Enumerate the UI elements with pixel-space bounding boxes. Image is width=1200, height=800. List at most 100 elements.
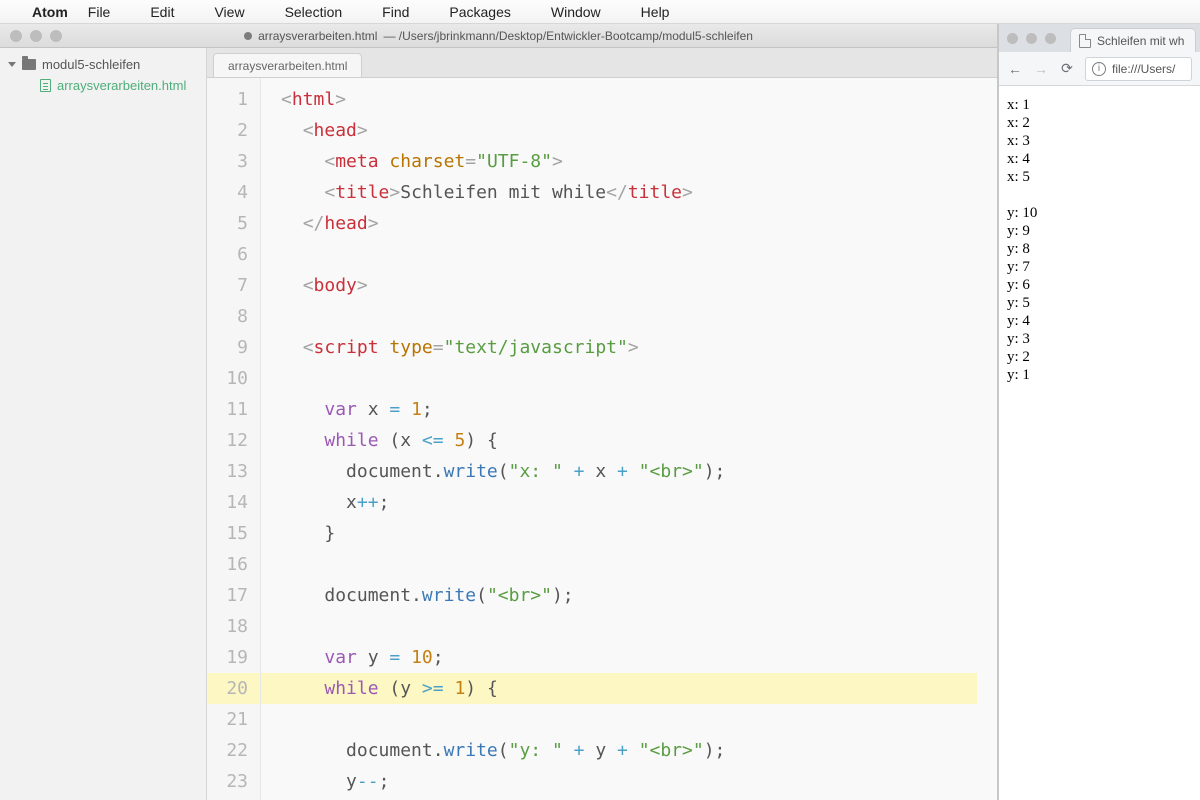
line-number: 2: [207, 115, 248, 146]
url-text: file:///Users/: [1112, 62, 1175, 76]
minimize-icon[interactable]: [1026, 33, 1037, 44]
atom-window: arraysverarbeiten.html — /Users/jbrinkma…: [0, 24, 998, 800]
chevron-down-icon[interactable]: [8, 62, 16, 67]
code-content[interactable]: <html> <head> <meta charset="UTF-8"> <ti…: [261, 78, 997, 800]
line-number: 23: [207, 766, 248, 797]
line-number: 5: [207, 208, 248, 239]
code-line[interactable]: document.write("<br>");: [281, 585, 574, 606]
output-line: x: 3: [1007, 132, 1192, 150]
tree-folder-root[interactable]: modul5-schleifen: [0, 54, 206, 75]
output-line: y: 10: [1007, 204, 1192, 222]
line-number: 6: [207, 239, 248, 270]
output-line: y: 7: [1007, 258, 1192, 276]
file-label: arraysverarbeiten.html: [57, 78, 186, 93]
site-info-icon[interactable]: i: [1092, 62, 1106, 76]
line-number: 15: [207, 518, 248, 549]
line-number: 13: [207, 456, 248, 487]
zoom-icon[interactable]: [1045, 33, 1056, 44]
output-line: y: 9: [1007, 222, 1192, 240]
line-number: 18: [207, 611, 248, 642]
page-icon: [1079, 34, 1091, 48]
atom-title-path: — /Users/jbrinkmann/Desktop/Entwickler-B…: [383, 29, 752, 43]
menu-find[interactable]: Find: [382, 4, 409, 20]
back-icon[interactable]: ←: [1007, 61, 1023, 77]
browser-tab-title: Schleifen mit wh: [1097, 34, 1184, 48]
code-line[interactable]: document.write("y: " + y + "<br>");: [281, 740, 725, 761]
atom-title-file: arraysverarbeiten.html: [258, 29, 377, 43]
line-number: 11: [207, 394, 248, 425]
modified-indicator-icon: [244, 32, 252, 40]
chrome-toolbar: ← → ⟳ i file:///Users/: [999, 52, 1200, 86]
line-number: 8: [207, 301, 248, 332]
folder-icon: [22, 59, 36, 70]
mac-menubar: Atom File Edit View Selection Find Packages Wi…: [0, 0, 1200, 24]
address-bar[interactable]: i file:///Users/: [1085, 57, 1192, 81]
menu-view[interactable]: View: [214, 4, 244, 20]
output-line: x: 2: [1007, 114, 1192, 132]
output-line: y: 2: [1007, 348, 1192, 366]
code-line[interactable]: var x = 1;: [281, 399, 433, 420]
output-line: y: 6: [1007, 276, 1192, 294]
forward-icon[interactable]: →: [1033, 61, 1049, 77]
code-line[interactable]: while (x <= 5) {: [281, 430, 498, 451]
menu-file[interactable]: File: [88, 4, 111, 20]
tab-label: arraysverarbeiten.html: [228, 59, 347, 73]
window-controls[interactable]: [0, 30, 62, 42]
code-line[interactable]: var y = 10;: [281, 647, 444, 668]
line-number: 21: [207, 704, 248, 735]
line-number: 10: [207, 363, 248, 394]
line-number: 19: [207, 642, 248, 673]
tab-bar[interactable]: arraysverarbeiten.html: [207, 48, 997, 78]
page-content: x: 1x: 2x: 3x: 4x: 5y: 10y: 9y: 8y: 7y: …: [999, 86, 1200, 800]
line-number: 17: [207, 580, 248, 611]
menu-window[interactable]: Window: [551, 4, 601, 20]
code-line[interactable]: </head>: [281, 213, 379, 234]
reload-icon[interactable]: ⟳: [1059, 60, 1075, 77]
code-line[interactable]: <script type="text/javascript">: [281, 337, 639, 358]
code-line[interactable]: while (y >= 1) {: [261, 673, 977, 704]
line-number: 12: [207, 425, 248, 456]
browser-tab[interactable]: Schleifen mit wh: [1070, 28, 1196, 52]
code-line[interactable]: }: [281, 523, 335, 544]
menu-edit[interactable]: Edit: [150, 4, 174, 20]
project-tree[interactable]: modul5-schleifen arraysverarbeiten.html: [0, 48, 207, 800]
file-icon: [40, 79, 51, 92]
code-line[interactable]: <title>Schleifen mit while</title>: [281, 182, 693, 203]
chrome-window: Schleifen mit wh ← → ⟳ i file:///Users/ …: [998, 24, 1200, 800]
output-line: y: 1: [1007, 366, 1192, 384]
menu-selection[interactable]: Selection: [285, 4, 343, 20]
line-number: 14: [207, 487, 248, 518]
minimize-icon[interactable]: [30, 30, 42, 42]
output-line: y: 3: [1007, 330, 1192, 348]
zoom-icon[interactable]: [50, 30, 62, 42]
line-number: 20: [207, 673, 260, 704]
output-line: x: 4: [1007, 150, 1192, 168]
editor-tab[interactable]: arraysverarbeiten.html: [213, 53, 362, 77]
atom-titlebar: arraysverarbeiten.html — /Users/jbrinkma…: [0, 24, 997, 48]
code-line[interactable]: y--;: [281, 771, 389, 792]
menu-app-name[interactable]: Atom: [32, 4, 68, 20]
editor-pane: arraysverarbeiten.html 12345678910111213…: [207, 48, 997, 800]
line-number: 3: [207, 146, 248, 177]
menu-help[interactable]: Help: [641, 4, 670, 20]
chrome-window-controls[interactable]: [999, 33, 1064, 44]
output-line: y: 5: [1007, 294, 1192, 312]
output-line: y: 4: [1007, 312, 1192, 330]
code-line[interactable]: x++;: [281, 492, 389, 513]
tree-file[interactable]: arraysverarbeiten.html: [0, 75, 206, 96]
code-editor[interactable]: 1234567891011121314151617181920212223 <h…: [207, 78, 997, 800]
folder-label: modul5-schleifen: [42, 57, 140, 72]
output-line: x: 5: [1007, 168, 1192, 186]
close-icon[interactable]: [1007, 33, 1018, 44]
output-line: y: 8: [1007, 240, 1192, 258]
code-line[interactable]: document.write("x: " + x + "<br>");: [281, 461, 725, 482]
chrome-tabstrip[interactable]: Schleifen mit wh: [999, 24, 1200, 52]
code-line[interactable]: <head>: [281, 120, 368, 141]
code-line[interactable]: <meta charset="UTF-8">: [281, 151, 563, 172]
line-number: 9: [207, 332, 248, 363]
code-line[interactable]: <body>: [281, 275, 368, 296]
menu-packages[interactable]: Packages: [449, 4, 510, 20]
code-line[interactable]: <html>: [281, 89, 346, 110]
output-line: x: 1: [1007, 96, 1192, 114]
close-icon[interactable]: [10, 30, 22, 42]
